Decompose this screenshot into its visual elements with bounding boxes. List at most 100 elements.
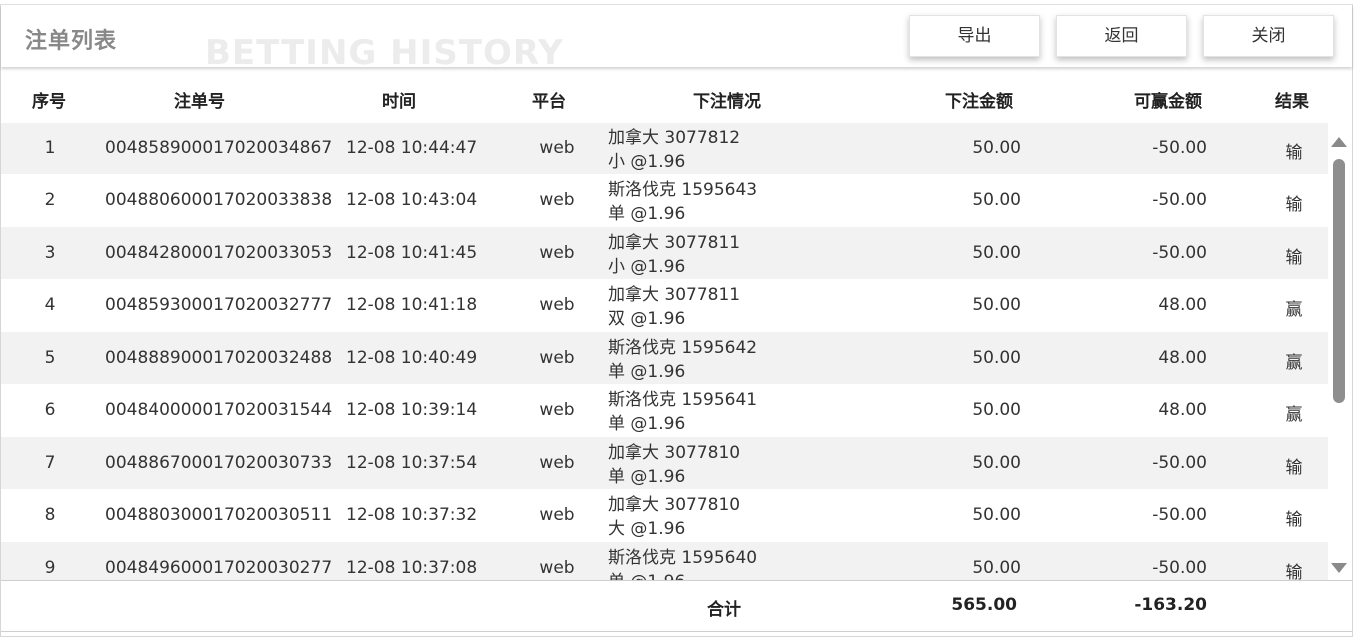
row-result: 输: [1285, 195, 1303, 215]
table-body[interactable]: 1 004858900017020034867 12-08 10:44:47 w…: [1, 122, 1328, 580]
row-win-amount: -50.00: [1152, 505, 1207, 525]
row-time: 12-08 10:43:04: [346, 190, 478, 210]
row-bet-number: 004858900017020034867: [105, 138, 333, 158]
row-platform: web: [539, 558, 575, 578]
row-result: 输: [1285, 563, 1303, 580]
close-button[interactable]: 关闭: [1203, 15, 1334, 57]
scroll-down-arrow-icon[interactable]: [1331, 563, 1347, 573]
row-bet-number: 004849600017020030277: [105, 558, 333, 578]
row-time: 12-08 10:37:54: [346, 453, 478, 473]
bet-event: 加拿大 3077811: [608, 285, 741, 305]
column-header-result: 结果: [1275, 92, 1309, 112]
bet-selection: 双 @1.96: [608, 309, 686, 329]
row-result: 输: [1285, 143, 1303, 163]
table-header: 序号 注单号 时间 平台 下注情况 下注金额 可赢金额 结果: [1, 67, 1352, 123]
row-index: 7: [44, 453, 56, 473]
table-row[interactable]: 3 004842800017020033053 12-08 10:41:45 w…: [1, 227, 1328, 279]
row-bet-amount: 50.00: [972, 453, 1021, 473]
table-row[interactable]: 1 004858900017020034867 12-08 10:44:47 w…: [1, 122, 1328, 174]
row-win-amount: 48.00: [1158, 348, 1207, 368]
export-button[interactable]: 导出: [909, 15, 1040, 57]
bet-event: 加拿大 3077812: [608, 128, 741, 148]
row-result: 赢: [1285, 405, 1303, 425]
table-row[interactable]: 5 004888900017020032488 12-08 10:40:49 w…: [1, 332, 1328, 384]
row-bet-number: 004886700017020030733: [105, 453, 333, 473]
row-result: 输: [1285, 458, 1303, 478]
row-bet-amount: 50.00: [972, 505, 1021, 525]
row-time: 12-08 10:44:47: [346, 138, 478, 158]
header-watermark: BETTING HISTORY: [205, 33, 564, 73]
row-win-amount: 48.00: [1158, 295, 1207, 315]
vertical-scrollbar[interactable]: [1329, 133, 1349, 577]
row-time: 12-08 10:41:18: [346, 295, 478, 315]
row-win-amount: 48.00: [1158, 400, 1207, 420]
bet-selection: 小 @1.96: [608, 257, 686, 277]
row-bet-number: 004842800017020033053: [105, 243, 333, 263]
row-bet-details: 加拿大 3077811 双 @1.96: [608, 283, 740, 331]
scroll-up-arrow-icon[interactable]: [1331, 137, 1347, 147]
row-bet-number: 004888900017020032488: [105, 348, 333, 368]
row-platform: web: [539, 295, 575, 315]
row-win-amount: -50.00: [1152, 558, 1207, 578]
row-platform: web: [539, 505, 575, 525]
bet-event: 加拿大 3077811: [608, 233, 741, 253]
row-bet-details: 斯洛伐克 1595643 单 @1.96: [608, 178, 757, 226]
row-bet-number: 004880600017020033838: [105, 190, 333, 210]
row-index: 2: [44, 190, 56, 210]
row-bet-number: 004880300017020030511: [105, 505, 333, 525]
bet-event: 斯洛伐克 1595640: [608, 548, 758, 568]
totals-row: 合计 565.00 -163.20: [1, 580, 1352, 632]
back-button[interactable]: 返回: [1056, 15, 1187, 57]
table-row[interactable]: 9 004849600017020030277 12-08 10:37:08 w…: [1, 542, 1328, 580]
bet-selection: 大 @1.96: [608, 519, 686, 539]
row-index: 5: [44, 348, 56, 368]
bet-event: 斯洛伐克 1595643: [608, 180, 758, 200]
row-bet-amount: 50.00: [972, 138, 1021, 158]
table-row[interactable]: 2 004880600017020033838 12-08 10:43:04 w…: [1, 174, 1328, 226]
row-index: 8: [44, 505, 56, 525]
row-platform: web: [539, 348, 575, 368]
row-index: 9: [44, 558, 56, 578]
row-bet-number: 004840000017020031544: [105, 400, 333, 420]
row-index: 6: [44, 400, 56, 420]
row-platform: web: [539, 190, 575, 210]
bet-selection: 单 @1.96: [608, 204, 686, 224]
row-time: 12-08 10:39:14: [346, 400, 478, 420]
bet-event: 加拿大 3077810: [608, 443, 741, 463]
row-bet-amount: 50.00: [972, 558, 1021, 578]
column-header-time: 时间: [382, 92, 416, 112]
totals-label: 合计: [707, 600, 741, 620]
row-platform: web: [539, 138, 575, 158]
column-header-bet-amount: 下注金额: [945, 92, 1013, 112]
row-time: 12-08 10:37:32: [346, 505, 478, 525]
row-win-amount: -50.00: [1152, 453, 1207, 473]
row-result: 输: [1285, 248, 1303, 268]
scrollbar-thumb[interactable]: [1333, 159, 1345, 403]
row-bet-amount: 50.00: [972, 295, 1021, 315]
table-row[interactable]: 8 004880300017020030511 12-08 10:37:32 w…: [1, 489, 1328, 541]
page-title: 注单列表: [25, 29, 118, 54]
row-time: 12-08 10:37:08: [346, 558, 478, 578]
table-row[interactable]: 7 004886700017020030733 12-08 10:37:54 w…: [1, 437, 1328, 489]
row-platform: web: [539, 243, 575, 263]
total-win-amount: -163.20: [1134, 595, 1207, 615]
row-index: 4: [44, 295, 56, 315]
row-index: 3: [44, 243, 56, 263]
row-time: 12-08 10:41:45: [346, 243, 478, 263]
table-row[interactable]: 4 004859300017020032777 12-08 10:41:18 w…: [1, 279, 1328, 331]
bet-selection: 小 @1.96: [608, 152, 686, 172]
bet-selection: 单 @1.96: [608, 570, 757, 580]
row-bet-details: 斯洛伐克 1595642 单 @1.96: [608, 336, 757, 384]
total-bet-amount: 565.00: [951, 595, 1017, 615]
row-bet-amount: 50.00: [972, 348, 1021, 368]
row-platform: web: [539, 453, 575, 473]
row-bet-details: 加拿大 3077810 大 @1.96: [608, 493, 740, 541]
panel-header: BETTING HISTORY 注单列表 导出 返回 关闭: [1, 5, 1352, 73]
row-bet-number: 004859300017020032777: [105, 295, 333, 315]
column-header-win-amount: 可赢金额: [1134, 92, 1202, 112]
table-row[interactable]: 6 004840000017020031544 12-08 10:39:14 w…: [1, 384, 1328, 436]
row-platform: web: [539, 400, 575, 420]
bet-event: 斯洛伐克 1595641: [608, 390, 758, 410]
bet-event: 斯洛伐克 1595642: [608, 338, 758, 358]
betting-history-panel: BETTING HISTORY 注单列表 导出 返回 关闭 序号 注单号 时间 …: [0, 4, 1353, 637]
